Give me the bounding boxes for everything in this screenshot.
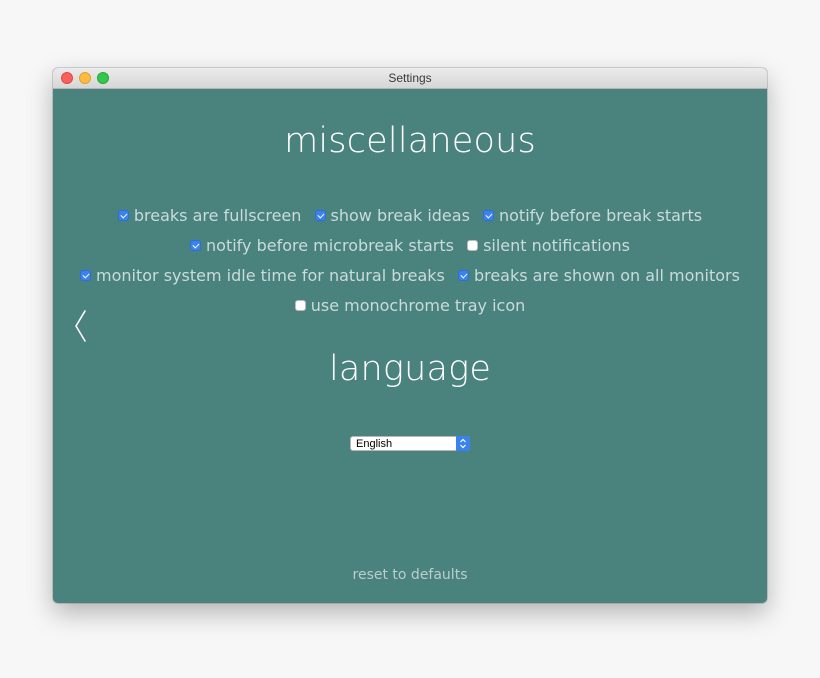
option-label: use monochrome tray icon [310,296,526,315]
option-label: monitor system idle time for natural bre… [96,266,445,285]
option-breaks-fullscreen[interactable]: breaks are fullscreen [117,206,302,225]
show-break-ideas-checkbox[interactable] [314,210,326,221]
language-select[interactable]: English [350,436,470,451]
option-show-break-ideas[interactable]: show break ideas [314,206,470,225]
option-label: breaks are shown on all monitors [473,266,740,285]
options-row-4: use monochrome tray icon [53,295,767,315]
options-row-2: notify before microbreak starts silent n… [53,235,767,255]
option-label: breaks are fullscreen [133,206,302,225]
select-stepper-icon[interactable] [456,436,470,451]
settings-window: Settings miscellaneous breaks are fullsc… [53,68,767,603]
all-monitors-checkbox[interactable] [457,270,469,281]
reset-to-defaults-link[interactable]: reset to defaults [53,567,767,583]
option-silent-notifications[interactable]: silent notifications [467,236,630,255]
notify-before-microbreak-checkbox[interactable] [190,240,202,251]
monitor-idle-time-checkbox[interactable] [80,270,92,281]
breaks-fullscreen-checkbox[interactable] [117,210,129,221]
options-row-3: monitor system idle time for natural bre… [53,265,767,285]
options-row-1: breaks are fullscreen show break ideas n… [53,205,767,225]
window-title: Settings [388,71,432,85]
option-label: silent notifications [483,236,630,255]
option-label: notify before break starts [499,206,703,225]
miscellaneous-heading: miscellaneous [284,121,536,161]
option-monitor-idle-time[interactable]: monitor system idle time for natural bre… [80,266,445,285]
title-bar[interactable]: Settings [53,68,767,89]
notify-before-break-checkbox[interactable] [483,210,494,221]
language-heading: language [328,349,492,389]
option-label: show break ideas [330,206,470,225]
settings-content: miscellaneous breaks are fullscreen show… [53,89,767,603]
option-monochrome-tray-icon[interactable]: use monochrome tray icon [294,296,526,315]
chevron-up-down-icon [460,438,466,449]
option-notify-before-microbreak[interactable]: notify before microbreak starts [190,236,454,255]
option-notify-before-break[interactable]: notify before break starts [483,206,702,225]
option-all-monitors[interactable]: breaks are shown on all monitors [457,266,740,285]
option-label: notify before microbreak starts [206,236,454,255]
language-select-value: English [356,438,393,450]
monochrome-tray-icon-checkbox[interactable] [294,300,306,311]
silent-notifications-checkbox[interactable] [467,240,479,251]
chevron-left-icon[interactable] [73,309,89,343]
